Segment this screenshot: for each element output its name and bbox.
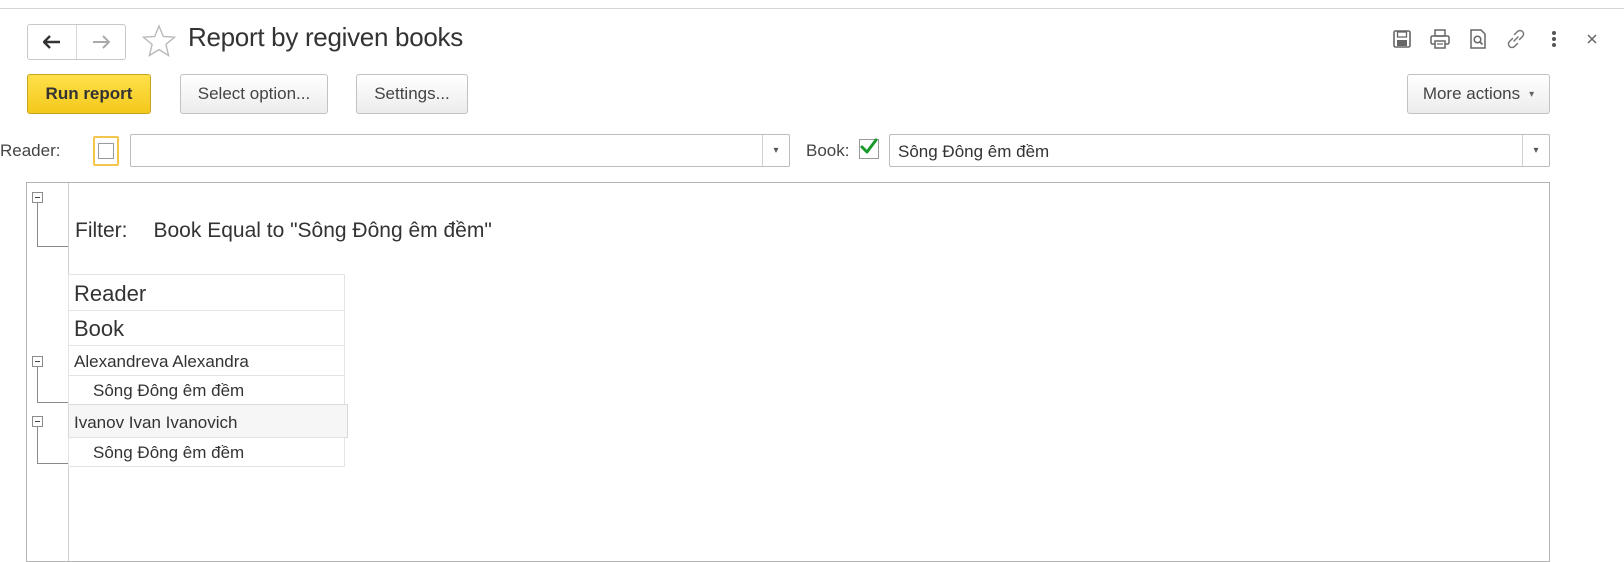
chevron-down-icon: ▾ [773, 145, 779, 156]
book-value: Sông Đông êm đềm [898, 142, 1050, 161]
reader-checkbox[interactable] [93, 136, 119, 166]
settings-button[interactable]: Settings... [356, 74, 468, 114]
table-row[interactable]: Alexandreva Alexandra [68, 345, 345, 376]
preview-button[interactable] [1466, 27, 1490, 51]
chevron-down-icon: ▾ [1533, 145, 1539, 156]
group-bracket-line [37, 427, 38, 463]
more-vert-icon [1552, 31, 1556, 47]
checkbox-box [98, 143, 114, 159]
chevron-down-icon: ▾ [1529, 88, 1535, 100]
select-option-button[interactable]: Select option... [180, 74, 328, 114]
more-actions-label: More actions [1422, 84, 1521, 103]
book-dropdown-button[interactable]: ▾ [1522, 135, 1549, 166]
table-row[interactable]: Sông Đông êm đềm [68, 375, 345, 405]
link-button[interactable] [1504, 27, 1528, 51]
print-button[interactable] [1428, 27, 1452, 51]
report-document[interactable]: Filter: Book Equal to "Sông Đông êm đềm" … [26, 182, 1550, 562]
column-header-book: Book [68, 310, 345, 346]
close-button[interactable] [1580, 27, 1604, 51]
table-row-selected[interactable]: Ivanov Ivan Ivanovich [68, 404, 348, 438]
book-field[interactable]: Sông Đông êm đềm ▾ [889, 134, 1550, 167]
save-icon [1393, 30, 1411, 48]
top-divider [0, 8, 1624, 9]
close-icon [1587, 34, 1597, 44]
filter-prefix: Filter: [75, 219, 128, 242]
column-header-reader: Reader [68, 274, 345, 311]
group-bracket-line [37, 246, 68, 247]
back-button[interactable] [28, 25, 76, 59]
group-bracket-line [37, 463, 68, 464]
reader-label: Reader: [0, 141, 61, 160]
checkmark-icon [860, 138, 878, 154]
collapse-filter-icon[interactable] [32, 192, 43, 203]
preview-icon [1470, 29, 1486, 49]
filter-condition: Book Equal to "Sông Đông êm đềm" [153, 219, 492, 242]
group-bracket-line [37, 203, 38, 246]
print-icon [1430, 29, 1450, 49]
arrow-right-icon [93, 35, 110, 49]
run-report-button[interactable]: Run report [27, 74, 151, 114]
reader-dropdown-button[interactable]: ▾ [762, 135, 789, 166]
more-actions-button[interactable]: More actions ▾ [1407, 74, 1550, 114]
book-checkbox[interactable] [859, 138, 879, 159]
collapse-row-icon[interactable] [32, 356, 43, 367]
report-filter-text: Filter: Book Equal to "Sông Đông êm đềm" [75, 219, 492, 243]
group-bracket-line [37, 402, 68, 403]
arrow-left-icon [43, 35, 60, 49]
table-row[interactable]: Sông Đông êm đềm [68, 437, 345, 467]
group-bracket-line [37, 367, 38, 402]
window-tools [1390, 27, 1604, 51]
forward-button[interactable] [76, 25, 125, 59]
reader-field[interactable]: ▾ [130, 134, 790, 167]
save-button[interactable] [1390, 27, 1414, 51]
history-nav [27, 24, 126, 60]
book-label: Book: [806, 141, 850, 160]
favorite-star-icon[interactable] [142, 24, 176, 58]
collapse-row-icon[interactable] [32, 416, 43, 427]
more-menu-button[interactable] [1542, 27, 1566, 51]
link-icon [1507, 29, 1525, 49]
page-title: Report by regiven books [188, 22, 463, 52]
